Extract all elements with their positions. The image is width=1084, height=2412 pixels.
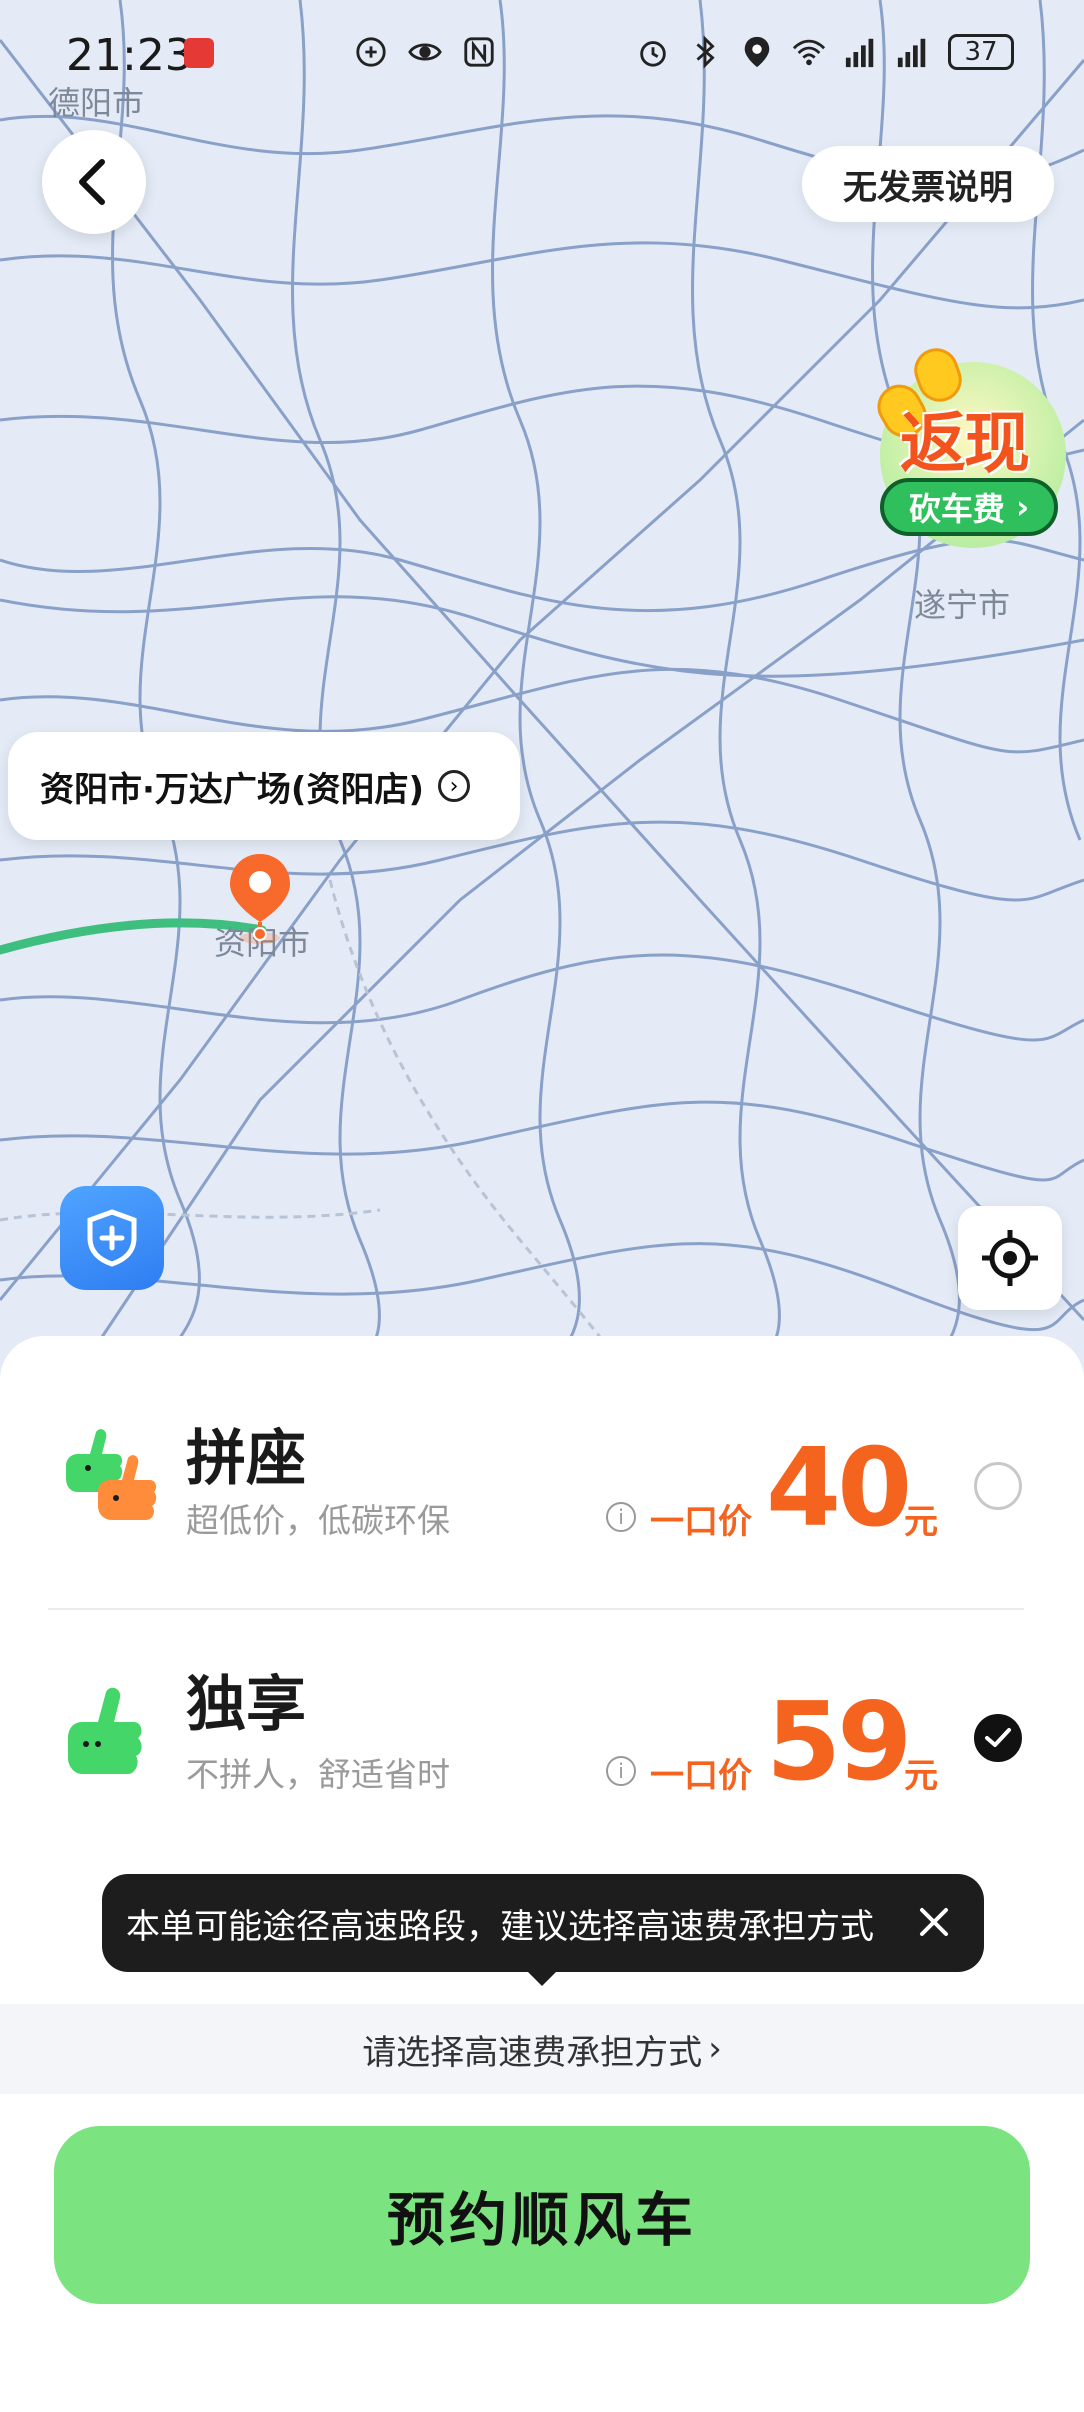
signal-icon <box>845 38 874 68</box>
city-label-suining: 遂宁市 <box>914 586 1011 624</box>
cashback-banner[interactable]: 返现 砍车费 › <box>869 342 1070 564</box>
nfc-key-icon <box>356 37 386 67</box>
alarm-icon <box>640 41 666 67</box>
status-bar: 21:23 37 <box>0 0 1084 110</box>
info-icon[interactable]: i <box>606 1502 636 1532</box>
eye-icon <box>408 43 442 61</box>
location-icon <box>744 36 770 68</box>
thumbs-up-icon <box>68 1687 142 1774</box>
option-title: 拼座 <box>186 1424 306 1494</box>
option-radio-checked[interactable] <box>974 1714 1022 1762</box>
wifi-icon <box>792 39 826 66</box>
tooltip-text: 本单可能途径高速路段，建议选择高速费承担方式 <box>126 1906 874 1947</box>
divider <box>48 1608 1024 1610</box>
place-card[interactable]: 资阳市·万达广场(资阳店) › <box>8 732 520 840</box>
ride-option-private[interactable]: 独享 不拼人，舒适省时 i 一口价 59 元 <box>0 1630 1084 1830</box>
chevron-left-icon <box>79 159 105 205</box>
cashback-title: 返现 <box>900 405 1030 482</box>
cashback-subtitle: 砍车费 › <box>880 478 1058 536</box>
signal-icon <box>897 38 926 68</box>
option-title: 独享 <box>186 1670 306 1740</box>
bluetooth-icon <box>696 35 715 69</box>
close-icon[interactable] <box>908 1896 960 1948</box>
price-unit: 元 <box>904 1756 938 1796</box>
battery-indicator: 37 <box>948 34 1014 70</box>
status-time: 21:23 <box>66 30 193 81</box>
chevron-right-icon: › <box>708 2029 722 2069</box>
price-label: 一口价 <box>650 1756 752 1796</box>
place-label: 资阳市·万达广场(资阳店) <box>40 769 424 810</box>
toll-label: 请选择高速费承担方式 <box>362 2032 703 2073</box>
back-button[interactable] <box>42 130 146 234</box>
two-thumbs-up-icon <box>66 1429 157 1520</box>
price-value: 40 <box>766 1426 912 1551</box>
no-invoice-info-button[interactable]: 无发票说明 <box>802 146 1054 222</box>
safety-shield-button[interactable] <box>60 1186 164 1290</box>
option-description: 超低价，低碳环保 <box>186 1501 450 1540</box>
price-unit: 元 <box>904 1502 938 1542</box>
chevron-right-circle-icon: › <box>438 770 470 802</box>
shield-plus-icon <box>87 1209 137 1267</box>
price-label: 一口价 <box>650 1502 752 1542</box>
app-notification-icon <box>184 38 214 68</box>
price-value: 59 <box>766 1680 912 1805</box>
tooltip-pointer <box>526 1970 558 1986</box>
nfc-icon <box>464 37 494 67</box>
check-icon <box>985 1728 1011 1747</box>
ride-option-shared[interactable]: 拼座 超低价，低碳环保 i 一口价 40 元 <box>0 1376 1084 1576</box>
book-ride-button[interactable]: 预约顺风车 <box>54 2126 1030 2304</box>
highway-tip-tooltip: 本单可能途径高速路段，建议选择高速费承担方式 <box>102 1874 984 1972</box>
crosshair-icon <box>982 1230 1038 1286</box>
toll-payment-selector[interactable]: 请选择高速费承担方式 › <box>0 2004 1084 2094</box>
info-icon[interactable]: i <box>606 1756 636 1786</box>
option-description: 不拼人，舒适省时 <box>186 1755 450 1794</box>
option-radio-unchecked[interactable] <box>974 1462 1022 1510</box>
locate-me-button[interactable] <box>958 1206 1062 1310</box>
